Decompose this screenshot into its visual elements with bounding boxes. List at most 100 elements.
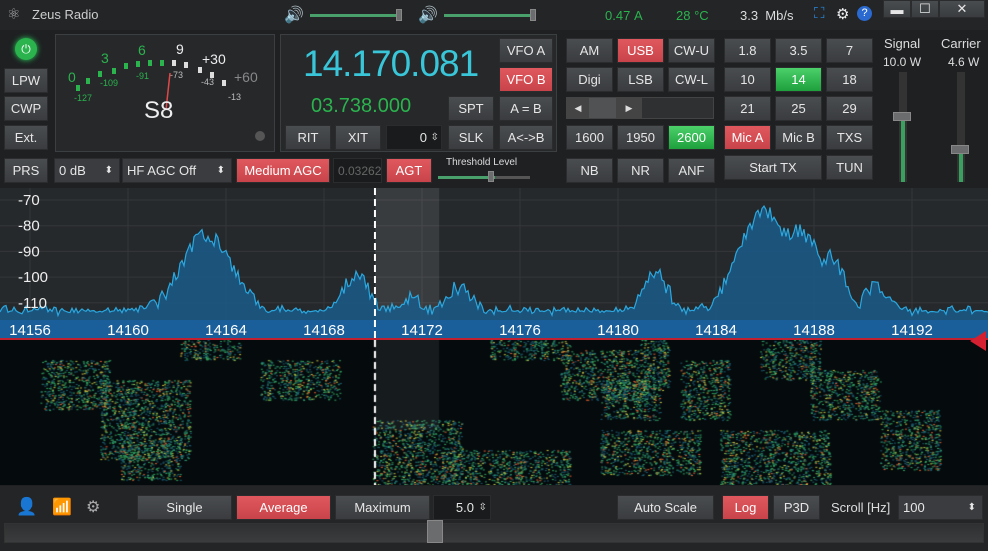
filter-1950[interactable]: 1950 [617, 125, 664, 150]
dbm-label-13: -13 [228, 92, 241, 102]
mode-am[interactable]: AM [566, 38, 613, 63]
maximize-button[interactable]: ☐ [911, 0, 939, 18]
txs-button[interactable]: TXS [826, 125, 873, 150]
shift-right-icon[interactable]: ▶ [616, 98, 642, 118]
y-tick-label: -110 [18, 295, 47, 312]
filter-1600[interactable]: 1600 [566, 125, 613, 150]
s-label-30: +30 [202, 51, 226, 67]
shift-thumb[interactable] [589, 98, 616, 118]
signal-slider[interactable] [899, 72, 907, 182]
spin-arrows-icon[interactable]: ⇳ [431, 132, 439, 143]
zoom-thumb[interactable] [427, 520, 444, 543]
s-label-3: 3 [101, 50, 109, 66]
auto-scale-button[interactable]: Auto Scale [617, 495, 714, 520]
preamp-select[interactable]: 0 dB ⬍ [54, 158, 120, 183]
filter-2600[interactable]: 2600 [668, 125, 715, 150]
vfo-a-button[interactable]: VFO A [499, 38, 553, 63]
cwp-button[interactable]: CWP [4, 96, 48, 121]
band-18[interactable]: 18 [826, 67, 873, 92]
offset-value: 0 [419, 130, 427, 145]
title-bar: ⚛ Zeus Radio 🔊 🔊 0.47 A 28 °C 3.3 Mb/s ⛶… [0, 0, 988, 30]
mode-cw-l[interactable]: CW-L [668, 67, 715, 92]
agc-value-field[interactable]: 0.03262 [333, 158, 382, 183]
x-tick-label: 14192 [891, 322, 933, 339]
band-3.5[interactable]: 3.5 [775, 38, 822, 63]
band-10[interactable]: 10 [724, 67, 771, 92]
temp-value: 28 [676, 8, 691, 23]
single-button[interactable]: Single [137, 495, 232, 520]
average-spinbox[interactable]: 5.0 ⇳ [433, 495, 491, 520]
carrier-thumb[interactable] [951, 145, 969, 154]
maximum-button[interactable]: Maximum [335, 495, 430, 520]
hf-agc-select[interactable]: HF AGC Off ⬍ [122, 158, 232, 183]
recorder-icon[interactable]: ⚙ [86, 497, 100, 517]
tun-button[interactable]: TUN [826, 155, 873, 180]
preamp-value: 0 dB [59, 163, 86, 178]
rit-button[interactable]: RIT [285, 125, 331, 150]
power-button[interactable]: ⏻ [15, 38, 37, 60]
carrier-slider[interactable] [957, 72, 965, 182]
band-21[interactable]: 21 [724, 96, 771, 121]
sub-frequency: 03.738.000 [311, 95, 412, 117]
nr-button[interactable]: NR [617, 158, 664, 183]
ext-button[interactable]: Ext. [4, 125, 48, 150]
filter-shift-slider[interactable]: ◀ ▶ [566, 97, 714, 119]
nb-button[interactable]: NB [566, 158, 613, 183]
minimize-button[interactable]: ▬ [883, 0, 911, 18]
spin-arrows-icon[interactable]: ⇳ [479, 502, 487, 513]
fullscreen-icon[interactable]: ⛶ [814, 5, 825, 22]
close-button[interactable]: ✕ [939, 0, 985, 18]
agc-mode-button[interactable]: Medium AGC [236, 158, 330, 183]
help-icon[interactable]: ? [857, 6, 872, 21]
mode-cw-u[interactable]: CW-U [668, 38, 715, 63]
offset-spinbox[interactable]: 0 ⇳ [386, 125, 442, 150]
mode-digi[interactable]: Digi [566, 67, 613, 92]
spt-button[interactable]: SPT [448, 96, 494, 121]
scroll-select[interactable]: 100 ⬍ [898, 495, 983, 520]
spectrum-display[interactable]: -70 -80 -90 -100 -110 14156 14160 14164 14168 141… [0, 188, 988, 340]
band-7[interactable]: 7 [826, 38, 873, 63]
waterfall-display[interactable] [0, 340, 988, 485]
average-button[interactable]: Average [236, 495, 331, 520]
shift-left-icon[interactable]: ◀ [567, 98, 589, 118]
threshold-slider[interactable] [438, 176, 530, 179]
antenna-icon[interactable]: 📶 [52, 497, 72, 517]
zoom-slider[interactable] [4, 523, 984, 543]
volume-slider-1[interactable] [310, 14, 400, 17]
a-equals-b-button[interactable]: A = B [499, 96, 553, 121]
x-tick-label: 14164 [205, 322, 247, 339]
s-meter-scale: 0 3 6 9 +30 +60 -127 -109 -91 -73 -43 -13 [68, 41, 265, 141]
dbm-label-109: -109 [100, 78, 118, 88]
band-14[interactable]: 14 [775, 67, 822, 92]
hf-agc-value: HF AGC Off [127, 163, 197, 178]
swap-vfo-button[interactable]: A<->B [499, 125, 553, 150]
threshold-thumb[interactable] [488, 171, 494, 182]
volume-thumb-1[interactable] [396, 9, 402, 21]
volume-thumb-2[interactable] [530, 9, 536, 21]
prs-button[interactable]: PRS [4, 158, 48, 183]
carrier-value: 4.6 W [948, 55, 980, 69]
mic-a-button[interactable]: Mic A [724, 125, 771, 150]
p3d-button[interactable]: P3D [773, 495, 820, 520]
xit-button[interactable]: XIT [335, 125, 381, 150]
temp-readout: 28 °C [676, 8, 709, 23]
log-button[interactable]: Log [722, 495, 769, 520]
start-tx-button[interactable]: Start TX [724, 155, 822, 180]
vfo-b-button[interactable]: VFO B [499, 67, 553, 92]
lpw-button[interactable]: LPW [4, 68, 48, 93]
mode-usb[interactable]: USB [617, 38, 664, 63]
volume-slider-2[interactable] [444, 14, 534, 17]
mode-lsb[interactable]: LSB [617, 67, 664, 92]
band-25[interactable]: 25 [775, 96, 822, 121]
slk-button[interactable]: SLK [448, 125, 494, 150]
operator-icon[interactable]: 👤 [16, 497, 37, 517]
band-29[interactable]: 29 [826, 96, 873, 121]
gear-icon[interactable]: ⚙ [836, 5, 849, 23]
x-tick-label: 14172 [401, 322, 443, 339]
s-label-9: 9 [176, 41, 184, 57]
band-1.8[interactable]: 1.8 [724, 38, 771, 63]
signal-thumb[interactable] [893, 112, 911, 121]
agt-button[interactable]: AGT [386, 158, 432, 183]
anf-button[interactable]: ANF [668, 158, 715, 183]
mic-b-button[interactable]: Mic B [775, 125, 822, 150]
